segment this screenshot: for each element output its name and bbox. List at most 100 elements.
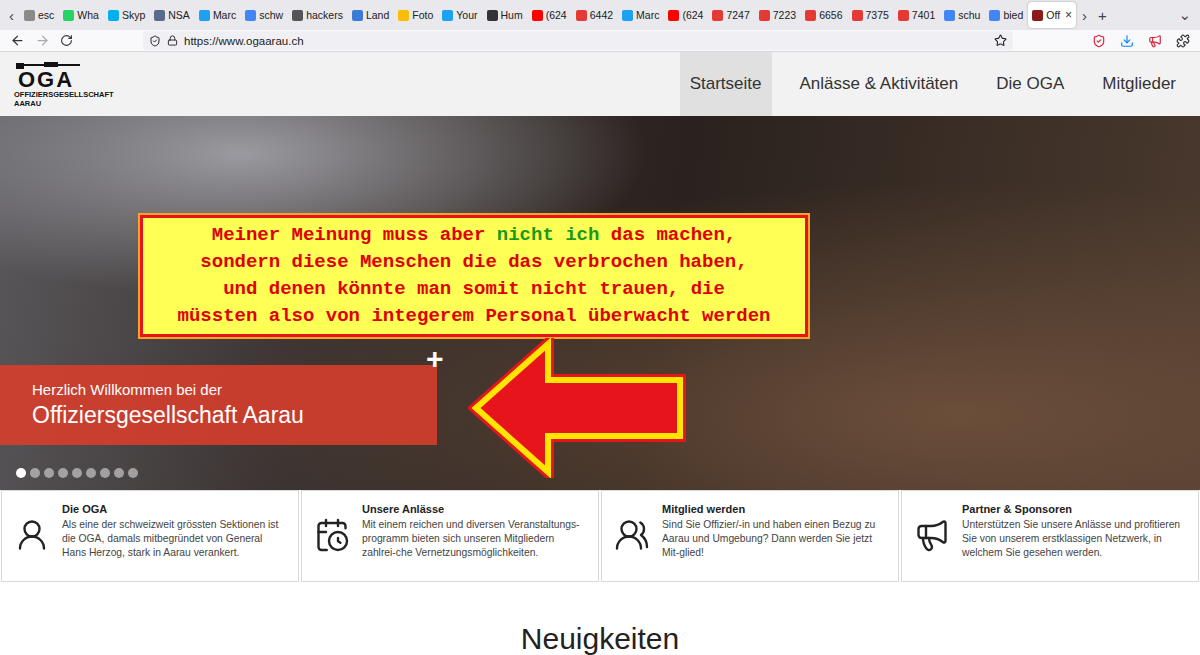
annotation-line: müssten also von integerem Personal über… [178, 303, 771, 330]
favicon-icon [576, 10, 587, 21]
favicon-icon [898, 10, 909, 21]
card-icon-box [912, 503, 952, 571]
browser-tab[interactable]: Foto [394, 2, 437, 28]
favicon-icon [154, 10, 165, 21]
nav-item[interactable]: Mitglieder [1092, 52, 1186, 116]
pocket-icon[interactable] [1092, 34, 1106, 48]
slide-dot[interactable] [44, 468, 54, 478]
feature-card[interactable]: Mitglied werdenSind Sie Offizier/-in und… [601, 490, 899, 582]
back-icon[interactable] [10, 33, 25, 48]
address-text: https://www.ogaarau.ch [184, 35, 988, 47]
browser-tab[interactable]: Land [348, 2, 393, 28]
arrow-icon [468, 338, 688, 478]
browser-tab[interactable]: Marc [195, 2, 240, 28]
browser-tab[interactable]: 6442 [572, 2, 617, 28]
browser-tab[interactable]: Your [438, 2, 481, 28]
welcome-banner: Herzlich Willkommen bei der Offiziersgese… [0, 365, 437, 445]
forward-icon[interactable] [35, 33, 50, 48]
extensions-icon[interactable] [1176, 34, 1190, 48]
tab-list-button[interactable]: ⌄ [1173, 6, 1196, 24]
tab-label: Marc [636, 9, 659, 21]
calendar-icon [314, 517, 350, 553]
favicon-icon [199, 10, 210, 21]
browser-tab[interactable]: esc [20, 2, 58, 28]
browser-tab[interactable]: hackers [288, 2, 347, 28]
browser-tab[interactable]: Hum [483, 2, 527, 28]
favicon-icon [989, 10, 1000, 21]
browser-tab[interactable]: NSA [150, 2, 194, 28]
favicon-icon [352, 10, 363, 21]
favicon-icon [622, 10, 633, 21]
logo[interactable]: OGAOFFIZIERSGESELLSCHAFTAARAU [14, 52, 114, 116]
card-body: Die OGAAls eine der schweizweit grössten… [62, 503, 288, 571]
card-title: Partner & Sponsoren [962, 503, 1188, 515]
slide-dot[interactable] [128, 468, 138, 478]
nav-item[interactable]: Die OGA [986, 52, 1074, 116]
feature-card[interactable]: Die OGAAls eine der schweizweit grössten… [1, 490, 299, 582]
welcome-subtitle: Herzlich Willkommen bei der [32, 381, 417, 398]
plus-mark: + [426, 344, 444, 374]
logo-mark: OGA [18, 70, 114, 90]
tab-label: Off [1046, 9, 1060, 21]
tab-label: 6656 [819, 9, 842, 21]
megaphone-icon [914, 517, 950, 553]
browser-tab[interactable]: 6656 [801, 2, 846, 28]
browser-tab[interactable]: 7247 [708, 2, 753, 28]
favicon-icon [668, 10, 679, 21]
nav-item[interactable]: Startseite [680, 52, 772, 116]
announce-icon[interactable] [1148, 34, 1162, 48]
soldier-icon [14, 517, 50, 553]
card-title: Mitglied werden [662, 503, 888, 515]
feature-card[interactable]: Unsere AnlässeMit einem reichen und dive… [301, 490, 599, 582]
favicon-icon [108, 10, 119, 21]
browser-tab[interactable]: schu [940, 2, 984, 28]
tab-label: 7247 [726, 9, 749, 21]
browser-tab[interactable]: Wha [59, 2, 103, 28]
tab-label: bied [1003, 9, 1023, 21]
browser-tab[interactable]: Marc [618, 2, 663, 28]
browser-tab[interactable]: Off × [1028, 2, 1076, 28]
browser-tab[interactable]: 7401 [894, 2, 939, 28]
browser-tab[interactable]: (624 [664, 2, 707, 28]
new-tab-button[interactable]: + [1093, 7, 1112, 24]
bookmark-star-icon[interactable] [994, 34, 1007, 47]
toolbar-icons [1092, 34, 1190, 48]
welcome-title: Offiziersgesellschaft Aarau [32, 402, 417, 429]
tab-label: esc [38, 9, 54, 21]
browser-tab[interactable]: schw [241, 2, 287, 28]
browser-tab[interactable]: 7375 [848, 2, 893, 28]
browser-tab[interactable]: bied [985, 2, 1027, 28]
slide-dot[interactable] [30, 468, 40, 478]
tab-label: 7223 [773, 9, 796, 21]
slide-dot[interactable] [114, 468, 124, 478]
download-icon[interactable] [1120, 34, 1134, 48]
tab-label: NSA [168, 9, 190, 21]
tab-label: (624 [682, 9, 703, 21]
annotation-line: und denen könnte man somit nicht trauen,… [223, 276, 725, 303]
members-icon [614, 517, 650, 553]
tab-close-button[interactable]: × [1065, 8, 1072, 22]
scroll-right-button[interactable]: › [1077, 7, 1092, 24]
rifle-icon [14, 61, 84, 70]
browser-tab[interactable]: Skyp [104, 2, 149, 28]
feature-card[interactable]: Partner & SponsorenUnterstützen Sie unse… [901, 490, 1199, 582]
annotation-segment: das machen, [599, 224, 736, 246]
address-field[interactable]: https://www.ogaarau.ch [143, 31, 1013, 50]
browser-tab[interactable]: (624 [528, 2, 571, 28]
reload-icon[interactable] [60, 34, 73, 47]
tab-label: 7401 [912, 9, 935, 21]
nav-item[interactable]: Anlässe & Aktivitäten [790, 52, 969, 116]
scroll-left-button[interactable]: ‹ [4, 7, 19, 24]
slide-dot[interactable] [58, 468, 68, 478]
slide-dot[interactable] [16, 468, 26, 478]
favicon-icon [487, 10, 498, 21]
browser-tab[interactable]: 7223 [755, 2, 800, 28]
slide-dots [16, 468, 138, 478]
slide-dot[interactable] [72, 468, 82, 478]
address-row: https://www.ogaarau.ch [0, 30, 1200, 52]
slide-dot[interactable] [100, 468, 110, 478]
tab-label: Skyp [122, 9, 145, 21]
slide-dot[interactable] [86, 468, 96, 478]
annotation-segment: müssten also von integerem Personal über… [178, 305, 771, 327]
browser-window: ‹escWhaSkypNSAMarcschwhackersLandFotoYou… [0, 0, 1200, 655]
